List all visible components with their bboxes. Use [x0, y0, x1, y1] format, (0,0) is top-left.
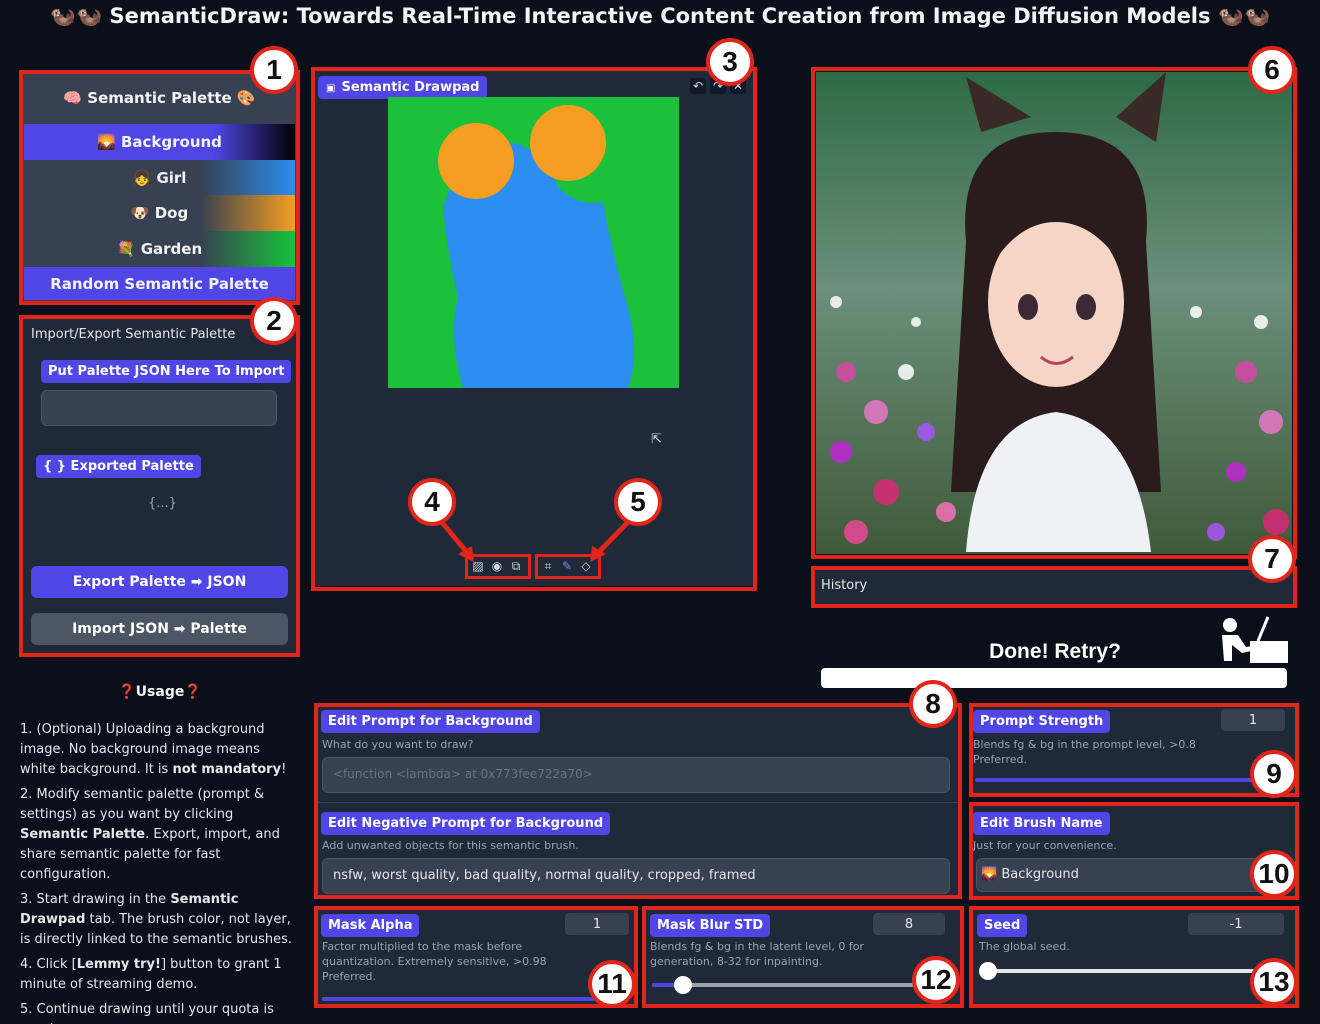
annotation-box-6	[811, 67, 1297, 559]
annotation-box-10	[969, 802, 1299, 900]
annotation-badge-13: 13	[1250, 958, 1298, 1006]
worker-at-desk-icon	[1222, 616, 1288, 663]
annotation-badge-2: 2	[250, 297, 298, 345]
annotation-badge-7: 7	[1248, 535, 1296, 583]
annotation-box-1	[19, 70, 300, 305]
annotation-box-7	[811, 566, 1297, 608]
annotation-badge-8: 8	[909, 680, 957, 728]
usage-heading: ❓Usage❓	[118, 684, 202, 700]
annotation-box-2	[19, 315, 300, 657]
annotation-arrows	[440, 520, 632, 562]
status-text: Done! Retry?	[989, 640, 1121, 663]
page-title: 🦦🦦 SemanticDraw: Towards Real-Time Inter…	[49, 4, 1271, 28]
annotation-badge-10: 10	[1250, 850, 1298, 898]
usage-steps: 1. (Optional) Uploading a background ima…	[20, 720, 295, 1024]
progress-bar	[821, 668, 1287, 688]
annotation-box-3	[311, 67, 757, 591]
annotation-box-9	[969, 703, 1299, 797]
usage-step: 5. Continue drawing until your quota is …	[20, 1002, 274, 1024]
usage-step: 4. Click [Lemmy try!] button to grant 1 …	[20, 957, 282, 992]
usage-step: 1. (Optional) Uploading a background ima…	[20, 722, 287, 777]
annotation-box-13	[969, 906, 1299, 1008]
annotation-box-8	[314, 703, 962, 899]
annotation-badge-12: 12	[912, 956, 960, 1004]
annotation-badge-5: 5	[614, 478, 662, 526]
usage-step: 2. Modify semantic palette (prompt & set…	[20, 787, 280, 882]
annotation-badge-1: 1	[250, 46, 298, 94]
annotation-badge-3: 3	[706, 38, 754, 86]
annotation-badge-4: 4	[408, 478, 456, 526]
usage-step: 3. Start drawing in the Semantic Drawpad…	[20, 892, 293, 947]
annotation-badge-9: 9	[1250, 750, 1298, 798]
annotation-badge-11: 11	[588, 960, 636, 1008]
annotation-badge-6: 6	[1248, 46, 1296, 94]
